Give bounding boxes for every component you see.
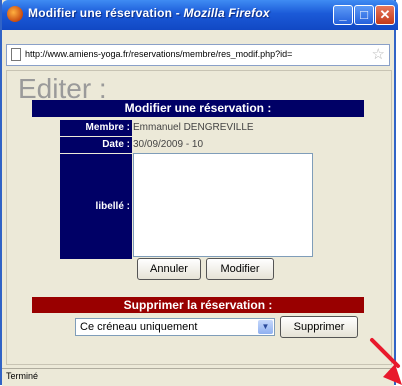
red-arrow-icon	[370, 338, 402, 385]
